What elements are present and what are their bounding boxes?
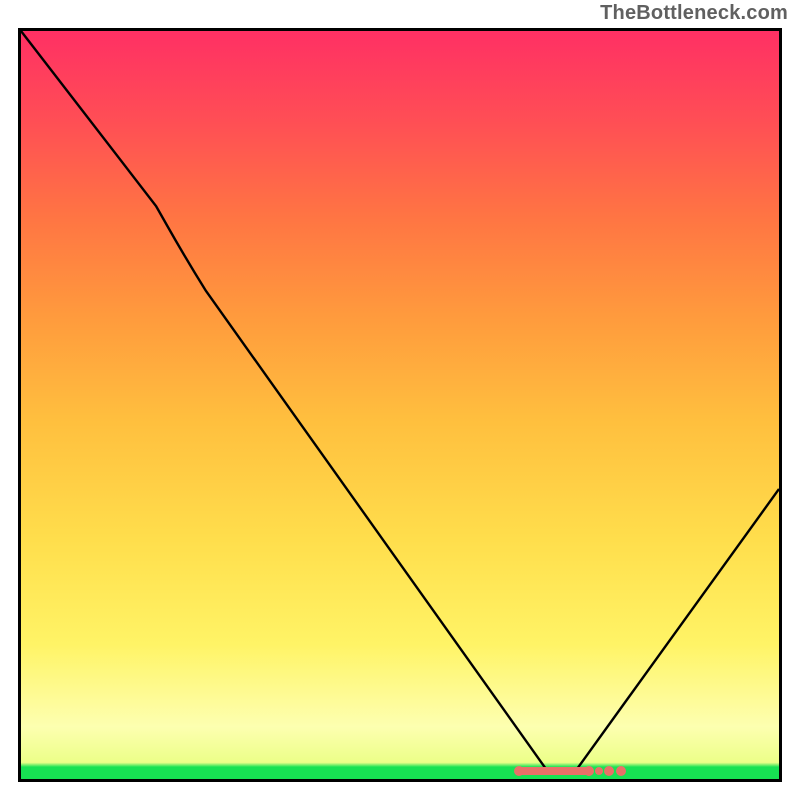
attribution-text: TheBottleneck.com: [600, 2, 788, 25]
min-marker-dot: [595, 767, 603, 775]
min-marker-dot: [604, 766, 614, 776]
min-marker-dot: [616, 766, 626, 776]
bottleneck-curve: [21, 31, 779, 772]
chart-svg: [21, 31, 779, 779]
min-marker-dot: [584, 766, 594, 776]
chart-plot-area: [18, 28, 782, 782]
min-marker-dot: [514, 766, 524, 776]
